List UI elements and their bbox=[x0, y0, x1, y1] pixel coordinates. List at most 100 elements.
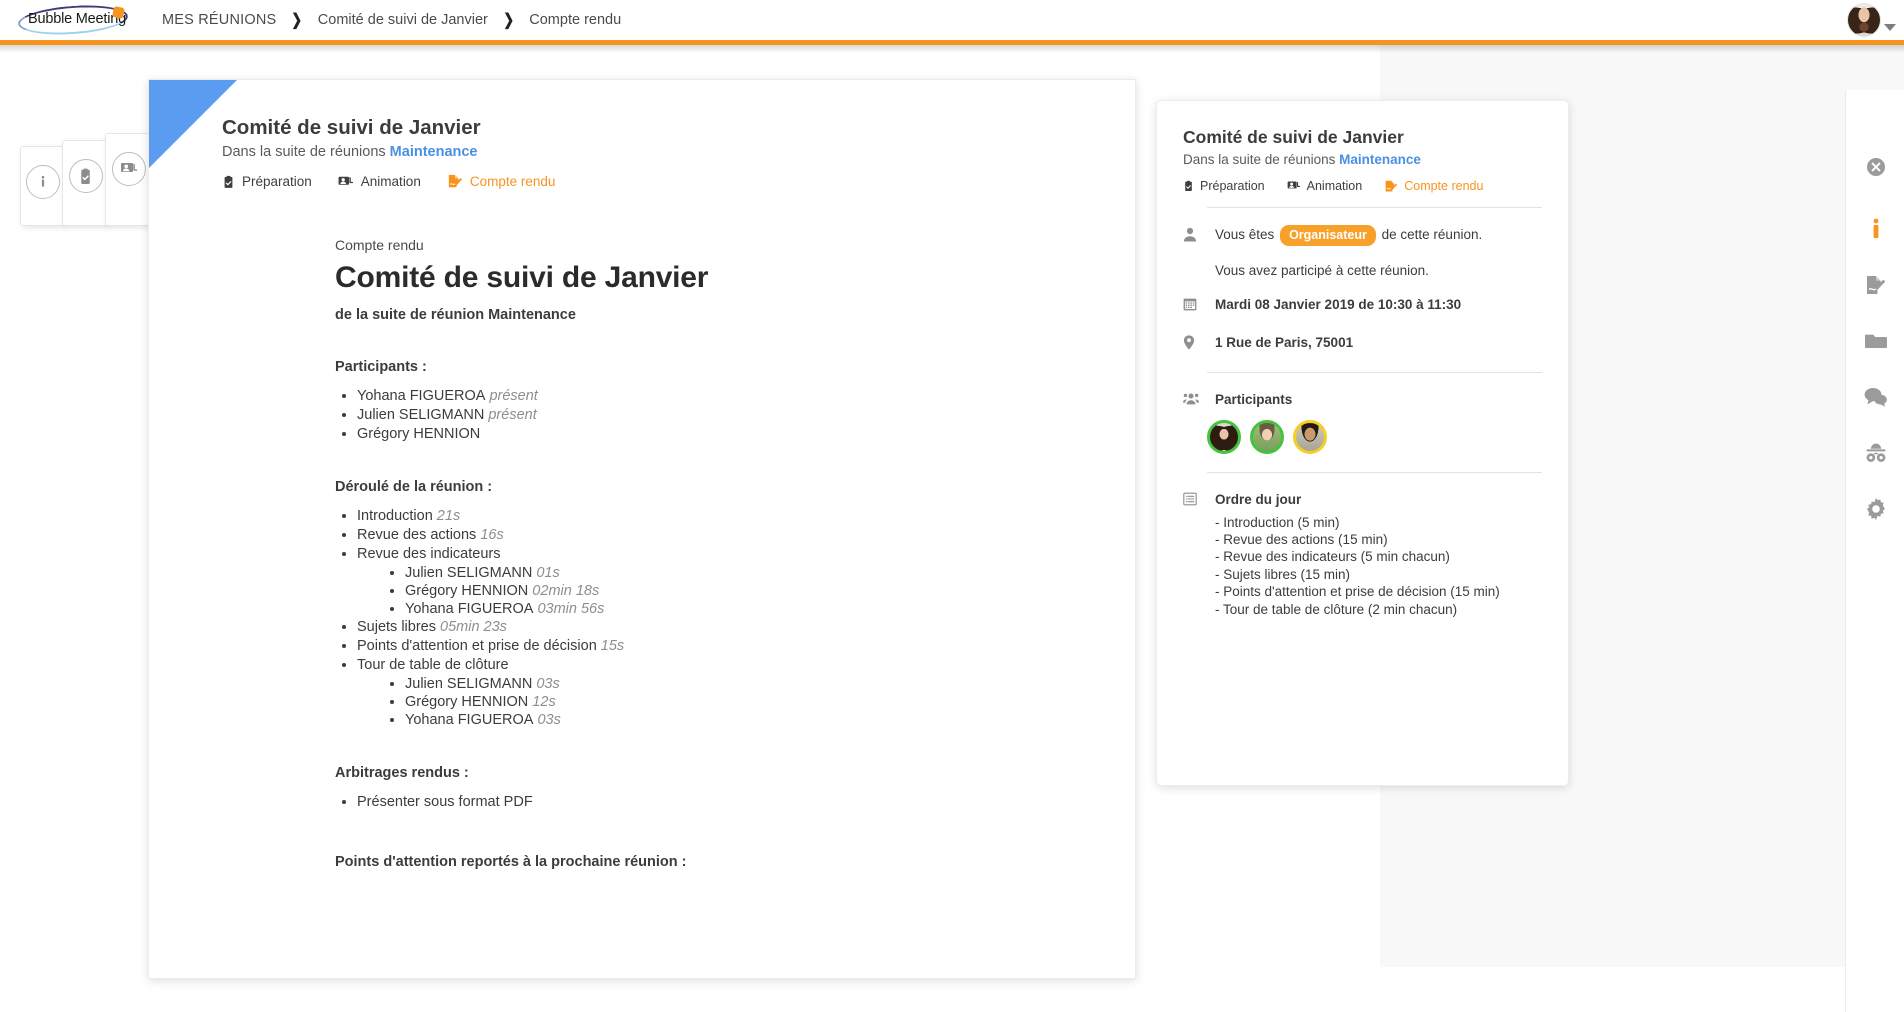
avatar[interactable] bbox=[1250, 420, 1284, 454]
agenda-item-label: Revue des actions bbox=[357, 527, 477, 544]
list-item: Julien SELIGMANN présent bbox=[357, 407, 1135, 425]
agenda-line: - Revue des indicateurs (5 min chacun) bbox=[1215, 549, 1450, 565]
agenda-line: - Revue des actions (15 min) bbox=[1215, 531, 1388, 547]
tab-preparation[interactable]: Préparation bbox=[222, 174, 312, 189]
participant-name: Yohana FIGUEROA bbox=[357, 388, 486, 404]
location-text: 1 Rue de Paris, 75001 bbox=[1215, 335, 1354, 350]
tab-compte-rendu[interactable]: Compte rendu bbox=[447, 174, 555, 189]
sidebar-item-animation[interactable] bbox=[105, 133, 151, 226]
agenda-subitem-duration: 02min 18s bbox=[528, 582, 600, 599]
calendar-icon bbox=[1183, 295, 1199, 316]
panel-divider-2 bbox=[1207, 372, 1542, 373]
app-logo[interactable]: Bubble Meeting bbox=[8, 2, 138, 38]
series-prefix-label: Dans la suite de réunions bbox=[222, 144, 386, 160]
agenda-subitem-label: Grégory HENNION bbox=[405, 693, 529, 710]
agenda-subitem-label: Grégory HENNION bbox=[405, 582, 529, 599]
page-title: Comité de suivi de Janvier bbox=[335, 261, 709, 294]
agenda-subitem-duration: 01s bbox=[532, 564, 560, 581]
card-tab-row: Préparation Animation Compte rendu bbox=[222, 174, 1135, 189]
panel-meeting-title: Comité de suivi de Janvier bbox=[1183, 127, 1404, 147]
agenda-subitem-duration: 03s bbox=[532, 675, 560, 692]
info-icon[interactable] bbox=[1846, 209, 1904, 249]
panel-tab-animation[interactable]: Animation bbox=[1287, 179, 1363, 193]
breadcrumb-item-mes-reunions[interactable]: MES RÉUNIONS bbox=[150, 12, 288, 28]
panel-tab-compte-rendu[interactable]: Compte rendu bbox=[1384, 179, 1483, 193]
agenda-line: - Points d'attention et prise de décisio… bbox=[1215, 584, 1500, 600]
clipboard-check-icon bbox=[1185, 180, 1192, 191]
avatar[interactable] bbox=[1847, 3, 1881, 37]
page-canvas: Comité de suivi de Janvier Dans la suite… bbox=[0, 45, 1904, 1012]
top-header-bar: Bubble Meeting MES RÉUNIONS ❯ Comité de … bbox=[0, 0, 1904, 40]
participant-status: présent bbox=[485, 388, 538, 404]
agenda-item: Introduction 21s bbox=[357, 508, 1135, 526]
presentation-icon bbox=[1287, 181, 1300, 189]
agenda-item-duration: 15s bbox=[596, 638, 625, 655]
header-shadow bbox=[0, 45, 1904, 53]
agenda-item-label: Sujets libres bbox=[357, 619, 436, 636]
role-suffix: de cette réunion. bbox=[1381, 227, 1483, 242]
sidebar-item-preparation[interactable] bbox=[62, 140, 108, 226]
agenda-subitem-label: Yohana FIGUEROA bbox=[405, 600, 534, 617]
agenda-item: Points d'attention et prise de décision … bbox=[357, 638, 1135, 656]
avatar[interactable] bbox=[1207, 420, 1241, 454]
map-pin-icon bbox=[1183, 333, 1199, 355]
agenda-subitem: Julien SELIGMANN 03s bbox=[405, 676, 1135, 694]
agenda-sublist: Julien SELIGMANN 01sGrégory HENNION 02mi… bbox=[357, 565, 1135, 618]
chevron-down-icon[interactable] bbox=[1884, 23, 1896, 31]
agenda-subitem: Yohana FIGUEROA 03min 56s bbox=[405, 601, 1135, 619]
agenda-line: - Tour de table de clôture (2 min chacun… bbox=[1215, 601, 1458, 617]
tab-animation-label: Animation bbox=[360, 174, 421, 189]
agenda-item-label: Tour de table de clôture bbox=[357, 657, 509, 674]
user-menu[interactable] bbox=[1847, 3, 1896, 37]
participant-name: Grégory HENNION bbox=[357, 425, 481, 442]
agenda-subitem-duration: 12s bbox=[528, 693, 556, 710]
panel-tab-animation-label: Animation bbox=[1306, 179, 1363, 193]
right-icon-rail bbox=[1845, 90, 1904, 1012]
agenda-line: - Sujets libres (15 min) bbox=[1215, 566, 1351, 582]
document-subtitle: de la suite de réunion Maintenance bbox=[335, 307, 576, 323]
meeting-document-card: Comité de suivi de Janvier Dans la suite… bbox=[148, 79, 1136, 979]
chevron-right-icon: ❯ bbox=[503, 12, 514, 29]
edit-document-icon bbox=[448, 174, 462, 188]
tab-animation[interactable]: Animation bbox=[338, 174, 421, 189]
close-icon[interactable] bbox=[1846, 147, 1904, 187]
arbitrages-list: Présenter sous format PDF bbox=[335, 794, 1135, 812]
agenda-subitem-label: Yohana FIGUEROA bbox=[405, 711, 534, 728]
spy-icon[interactable] bbox=[1846, 433, 1904, 473]
logo-text: Bubble Meeting bbox=[28, 11, 126, 27]
panel-series-prefix: Dans la suite de réunions bbox=[1183, 152, 1336, 167]
card-meeting-series: Dans la suite de réunions Maintenance bbox=[222, 144, 1135, 160]
clipboard-check-icon bbox=[224, 175, 233, 188]
panel-divider bbox=[1207, 207, 1542, 208]
card-meeting-title: Comité de suivi de Janvier bbox=[222, 116, 481, 139]
agenda-item-label: Points d'attention et prise de décision bbox=[357, 638, 597, 655]
gear-icon[interactable] bbox=[1846, 489, 1904, 529]
agenda-heading: Déroulé de la réunion : bbox=[335, 479, 493, 496]
presentation-icon bbox=[111, 152, 146, 186]
list-item: Présenter sous format PDF bbox=[357, 794, 1135, 812]
chat-icon[interactable] bbox=[1846, 377, 1904, 417]
sidebar-item-info[interactable] bbox=[20, 146, 64, 226]
series-link[interactable]: Maintenance bbox=[390, 144, 478, 160]
agenda-subitem: Grégory HENNION 12s bbox=[405, 694, 1135, 712]
avatar[interactable] bbox=[1293, 420, 1327, 454]
agenda-list: Introduction 21sRevue des actions 16sRev… bbox=[335, 508, 1135, 729]
agenda-item: Revue des indicateurs Julien SELIGMANN 01… bbox=[357, 546, 1135, 618]
agenda-subitem: Grégory HENNION 02min 18s bbox=[405, 583, 1135, 601]
edit-document-icon[interactable] bbox=[1846, 265, 1904, 305]
role-prefix: Vous êtes bbox=[1215, 227, 1275, 242]
breadcrumb-item-meeting[interactable]: Comité de suivi de Janvier bbox=[306, 12, 500, 28]
arbitrages-heading: Arbitrages rendus : bbox=[335, 765, 469, 782]
breadcrumb-item-compte-rendu[interactable]: Compte rendu bbox=[517, 12, 633, 28]
agenda-item-label: Revue des indicateurs bbox=[357, 546, 501, 563]
folder-icon[interactable] bbox=[1846, 321, 1904, 361]
panel-tab-compte-rendu-label: Compte rendu bbox=[1404, 179, 1484, 193]
panel-tab-preparation[interactable]: Préparation bbox=[1183, 179, 1265, 193]
agenda-lines: - Introduction (5 min) - Revue des action… bbox=[1215, 514, 1500, 618]
agenda-subitem: Yohana FIGUEROA 03s bbox=[405, 712, 1135, 730]
document-kicker: Compte rendu bbox=[335, 237, 424, 253]
status-badge: Organisateur bbox=[1280, 225, 1376, 247]
agenda-subitem: Julien SELIGMANN 01s bbox=[405, 565, 1135, 583]
document-card-header: Comité de suivi de Janvier Dans la suite… bbox=[149, 80, 1135, 189]
panel-series-link[interactable]: Maintenance bbox=[1339, 152, 1421, 167]
